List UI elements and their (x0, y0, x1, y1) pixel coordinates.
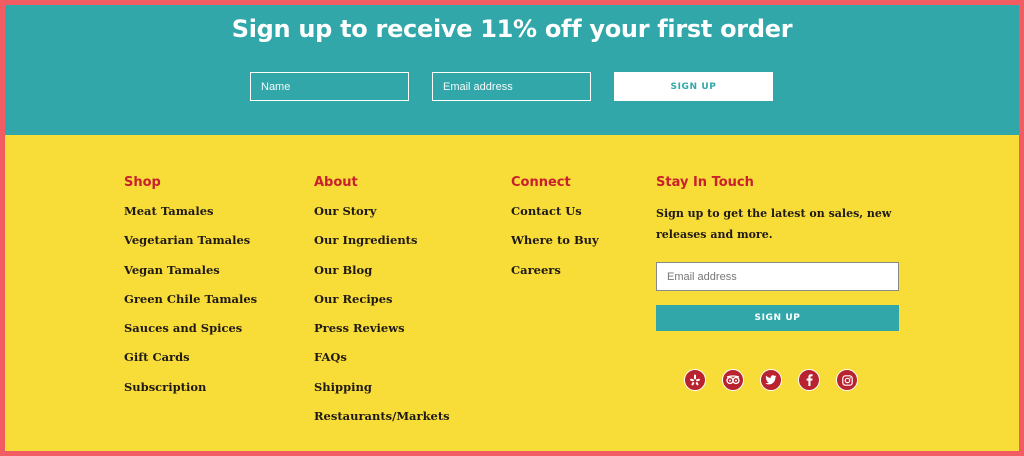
link-careers[interactable]: Careers (511, 262, 599, 291)
link-subscription[interactable]: Subscription (124, 379, 257, 408)
email-input[interactable] (432, 72, 591, 101)
instagram-icon[interactable] (836, 369, 858, 391)
link-our-story[interactable]: Our Story (314, 203, 450, 232)
link-our-ingredients[interactable]: Our Ingredients (314, 232, 450, 261)
signup-title: Sign up to receive 11% off your first or… (231, 15, 793, 43)
connect-heading: Connect (511, 175, 571, 190)
yelp-icon[interactable] (684, 369, 706, 391)
link-gift-cards[interactable]: Gift Cards (124, 349, 257, 378)
stay-in-touch-heading: Stay In Touch (656, 175, 754, 190)
page-frame: Sign up to receive 11% off your first or… (5, 5, 1019, 451)
newsletter-email-input[interactable] (656, 262, 899, 291)
twitter-icon[interactable] (760, 369, 782, 391)
shop-heading: Shop (124, 175, 161, 190)
footer-column-stay-in-touch: Stay In Touch Sign up to get the latest … (656, 175, 899, 391)
stay-in-touch-description: Sign up to get the latest on sales, new … (656, 207, 892, 241)
link-faqs[interactable]: FAQs (314, 349, 450, 378)
link-shipping[interactable]: Shipping (314, 379, 450, 408)
link-sauces-and-spices[interactable]: Sauces and Spices (124, 320, 257, 349)
link-meat-tamales[interactable]: Meat Tamales (124, 203, 257, 232)
footer-column-shop: Shop Meat Tamales Vegetarian Tamales Veg… (124, 175, 257, 408)
footer: Shop Meat Tamales Vegetarian Tamales Veg… (5, 135, 1019, 451)
link-our-recipes[interactable]: Our Recipes (314, 291, 450, 320)
name-input[interactable] (250, 72, 409, 101)
link-vegetarian-tamales[interactable]: Vegetarian Tamales (124, 232, 257, 261)
tripadvisor-icon[interactable] (722, 369, 744, 391)
social-icons (684, 369, 874, 391)
link-contact-us[interactable]: Contact Us (511, 203, 599, 232)
signup-band: Sign up to receive 11% off your first or… (5, 5, 1019, 135)
newsletter-signup-button[interactable]: SIGN UP (656, 305, 899, 331)
link-vegan-tamales[interactable]: Vegan Tamales (124, 262, 257, 291)
link-press-reviews[interactable]: Press Reviews (314, 320, 450, 349)
footer-column-connect: Connect Contact Us Where to Buy Careers (511, 175, 599, 291)
signup-button[interactable]: SIGN UP (614, 72, 773, 101)
footer-column-about: About Our Story Our Ingredients Our Blog… (314, 175, 450, 437)
link-where-to-buy[interactable]: Where to Buy (511, 232, 599, 261)
link-restaurants-markets[interactable]: Restaurants/Markets (314, 408, 450, 437)
facebook-icon[interactable] (798, 369, 820, 391)
link-green-chile-tamales[interactable]: Green Chile Tamales (124, 291, 257, 320)
about-heading: About (314, 175, 358, 190)
link-our-blog[interactable]: Our Blog (314, 262, 450, 291)
